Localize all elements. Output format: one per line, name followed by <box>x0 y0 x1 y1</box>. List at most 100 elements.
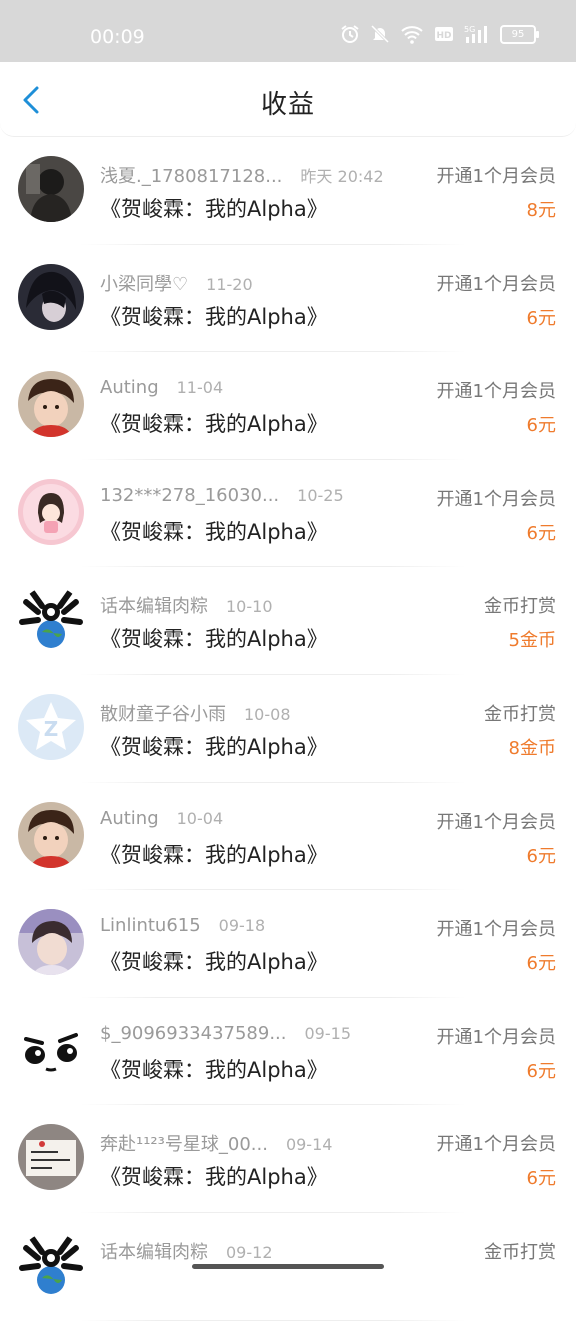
earning-type: 开通1个月会员 <box>436 166 556 187</box>
user-line: 浅夏._1780817128... 昨天 20:42 <box>100 162 384 188</box>
user-line: 奔赴¹¹²³号星球_00... 09-14 <box>100 1130 332 1156</box>
user-avatar[interactable] <box>18 909 84 976</box>
book-title: 《贺峻霖：我的Alpha》 <box>100 197 328 221</box>
record-date: 10-10 <box>226 597 273 617</box>
book-title: 《贺峻霖：我的Alpha》 <box>100 627 328 652</box>
earning-type: 开通1个月会员 <box>436 1134 556 1156</box>
earning-type: 开通1个月会员 <box>436 811 556 833</box>
earning-row[interactable]: Z 散财童子谷小雨 10-08 《贺峻霖：我的Alpha》 金币打赏 8金币 <box>0 675 576 783</box>
user-name: Auting <box>100 807 159 829</box>
record-date: 10-08 <box>244 704 291 724</box>
record-date: 09-15 <box>304 1023 352 1043</box>
alarm-icon <box>341 25 359 43</box>
earning-amount: 6元 <box>526 845 556 867</box>
user-name: Auting <box>100 377 159 399</box>
earning-row[interactable]: 奔赴¹¹²³号星球_00... 09-14 《贺峻霖：我的Alpha》 开通1个月会员… <box>0 1105 576 1213</box>
svg-text:Z: Z <box>44 717 59 741</box>
user-name: 小梁同學♡ <box>100 273 189 295</box>
earning-amount: 6元 <box>526 415 556 437</box>
record-date: 11-04 <box>176 378 224 398</box>
user-avatar[interactable] <box>18 156 84 222</box>
earning-row[interactable]: $_9096933437589... 09-15 《贺峻霖：我的Alpha》 开通1个… <box>0 998 576 1106</box>
earning-row[interactable]: Auting 11-04 《贺峻霖：我的Alpha》 开通1个月会员 6元 <box>0 352 576 460</box>
home-indicator <box>192 1264 384 1269</box>
battery-icon: 95 <box>500 24 539 44</box>
user-name: 话本编辑肉粽 <box>100 1241 208 1263</box>
earning-amount: 8元 <box>526 200 556 221</box>
record-date: 09-18 <box>218 916 266 936</box>
record-date: 09-12 <box>226 1242 273 1262</box>
earning-type: 金币打赏 <box>484 703 556 725</box>
svg-text:5G: 5G <box>464 25 475 34</box>
user-name: 话本编辑肉粽 <box>100 596 208 618</box>
user-line: Auting 10-04 <box>100 808 223 829</box>
user-avatar[interactable] <box>18 1124 84 1191</box>
book-title: 《贺峻霖：我的Alpha》 <box>100 412 328 437</box>
nav-bar: 收益 <box>0 62 576 137</box>
earning-row[interactable]: 浅夏._1780817128... 昨天 20:42 《贺峻霖：我的Alpha》 开通… <box>0 137 576 245</box>
user-avatar[interactable] <box>18 1016 84 1083</box>
hd-icon: HD <box>435 27 453 41</box>
earning-amount: 6元 <box>526 307 556 329</box>
earning-row[interactable]: 小梁同學♡ 11-20 《贺峻霖：我的Alpha》 开通1个月会员 6元 <box>0 245 576 353</box>
earning-type: 开通1个月会员 <box>436 488 556 510</box>
divider <box>80 1319 466 1321</box>
record-date: 09-14 <box>285 1135 333 1155</box>
record-date: 昨天 20:42 <box>300 167 384 186</box>
user-avatar[interactable] <box>18 263 84 330</box>
user-name: 132***278_16030... <box>100 484 280 506</box>
user-avatar[interactable] <box>18 801 84 868</box>
status-bar: 00:09 HD 5G 95 <box>0 0 576 62</box>
user-name: $_9096933437589... <box>100 1022 287 1044</box>
earning-row[interactable]: 话本编辑肉粽 10-10 《贺峻霖：我的Alpha》 金币打赏 5金币 <box>0 567 576 675</box>
book-title: 《贺峻霖：我的Alpha》 <box>100 519 328 544</box>
earning-type: 金币打赏 <box>484 1241 556 1263</box>
wifi-icon <box>401 26 423 44</box>
user-line: 话本编辑肉粽 10-10 <box>100 592 273 618</box>
book-title: 《贺峻霖：我的Alpha》 <box>100 1165 328 1190</box>
book-title: 《贺峻霖：我的Alpha》 <box>100 950 328 975</box>
earning-amount: 5金币 <box>508 630 556 652</box>
mute-icon <box>370 24 390 44</box>
page-title: 收益 <box>260 90 315 120</box>
user-line: 小梁同學♡ 11-20 <box>100 270 253 296</box>
user-name: 浅夏._1780817128... <box>100 166 283 187</box>
earning-amount: 6元 <box>526 1060 556 1082</box>
earning-type: 开通1个月会员 <box>436 919 556 941</box>
record-date: 11-20 <box>206 274 253 294</box>
record-date: 10-04 <box>176 808 224 828</box>
status-time: 00:09 <box>90 26 145 48</box>
book-title: 《贺峻霖：我的Alpha》 <box>100 842 328 867</box>
book-title: 《贺峻霖：我的Alpha》 <box>100 1057 328 1082</box>
user-avatar[interactable] <box>18 478 84 545</box>
user-line: $_9096933437589... 09-15 <box>100 1023 351 1044</box>
earning-amount: 6元 <box>526 953 556 975</box>
earning-amount: 8金币 <box>508 737 556 759</box>
user-avatar[interactable] <box>18 371 84 438</box>
earning-type: 金币打赏 <box>484 596 556 618</box>
book-title: 《贺峻霖：我的Alpha》 <box>100 304 328 329</box>
earning-amount: 6元 <box>526 522 556 544</box>
status-icons: HD 5G 95 <box>340 24 539 44</box>
earning-amount: 6元 <box>526 1168 556 1190</box>
user-name: 散财童子谷小雨 <box>100 703 226 725</box>
earning-row[interactable]: 132***278_16030... 10-25 《贺峻霖：我的Alpha》 开通1个… <box>0 460 576 568</box>
earning-type: 开通1个月会员 <box>436 381 556 403</box>
earning-row[interactable]: Auting 10-04 《贺峻霖：我的Alpha》 开通1个月会员 6元 <box>0 783 576 891</box>
book-title: 《贺峻霖：我的Alpha》 <box>100 734 328 759</box>
earning-type: 开通1个月会员 <box>436 273 556 295</box>
user-line: 132***278_16030... 10-25 <box>100 485 344 506</box>
user-name: 奔赴¹¹²³号星球_00... <box>100 1134 268 1156</box>
user-line: 话本编辑肉粽 09-12 <box>100 1238 273 1264</box>
battery-level: 95 <box>511 28 525 40</box>
user-avatar[interactable] <box>18 586 84 653</box>
user-avatar[interactable] <box>18 1231 84 1298</box>
user-line: Auting 11-04 <box>100 377 223 398</box>
user-line: 散财童子谷小雨 10-08 <box>100 700 291 726</box>
user-avatar[interactable]: Z <box>18 693 84 760</box>
earning-row[interactable]: Linlintu615 09-18 《贺峻霖：我的Alpha》 开通1个月会员 6元 <box>0 890 576 998</box>
signal-icon: 5G <box>464 25 487 43</box>
user-name: Linlintu615 <box>100 915 201 937</box>
user-line: Linlintu615 09-18 <box>100 915 265 936</box>
svg-text:HD: HD <box>436 31 451 41</box>
